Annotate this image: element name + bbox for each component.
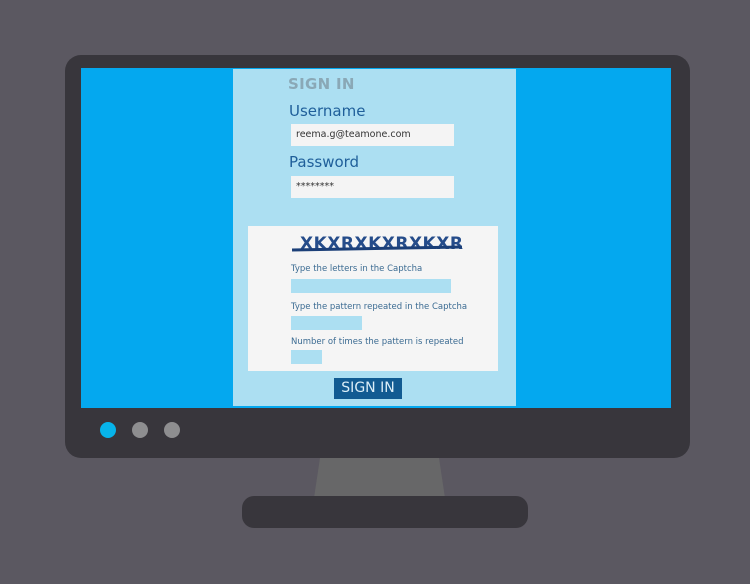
screen: SIGN IN Username reema.g@teamone.com Pas… bbox=[81, 68, 671, 408]
username-label: Username bbox=[289, 102, 366, 120]
password-label: Password bbox=[289, 153, 360, 171]
monitor: SIGN IN Username reema.g@teamone.com Pas… bbox=[65, 55, 690, 458]
active-indicator-dot bbox=[100, 422, 116, 438]
indicator-dot bbox=[164, 422, 180, 438]
captcha-box: XKXRXKXRXKXR Type the letters in the Cap… bbox=[248, 226, 498, 371]
monitor-stand-base bbox=[242, 496, 528, 528]
captcha-pattern-input[interactable] bbox=[291, 316, 362, 330]
captcha-letters-input[interactable] bbox=[291, 279, 451, 293]
captcha-letters-label: Type the letters in the Captcha bbox=[291, 264, 423, 274]
monitor-stand-neck bbox=[314, 458, 445, 498]
captcha-count-label: Number of times the pattern is repeated bbox=[291, 337, 464, 347]
password-field[interactable]: ******** bbox=[291, 176, 454, 198]
captcha-image-text: XKXRXKXRXKXR bbox=[300, 234, 464, 254]
indicator-dot bbox=[132, 422, 148, 438]
captcha-count-input[interactable] bbox=[291, 350, 322, 364]
username-field[interactable]: reema.g@teamone.com bbox=[291, 124, 454, 146]
page-title: SIGN IN bbox=[288, 75, 355, 93]
sign-in-panel: SIGN IN Username reema.g@teamone.com Pas… bbox=[233, 69, 516, 406]
captcha-pattern-label: Type the pattern repeated in the Captcha bbox=[291, 302, 468, 312]
sign-in-button[interactable]: SIGN IN bbox=[334, 378, 402, 399]
